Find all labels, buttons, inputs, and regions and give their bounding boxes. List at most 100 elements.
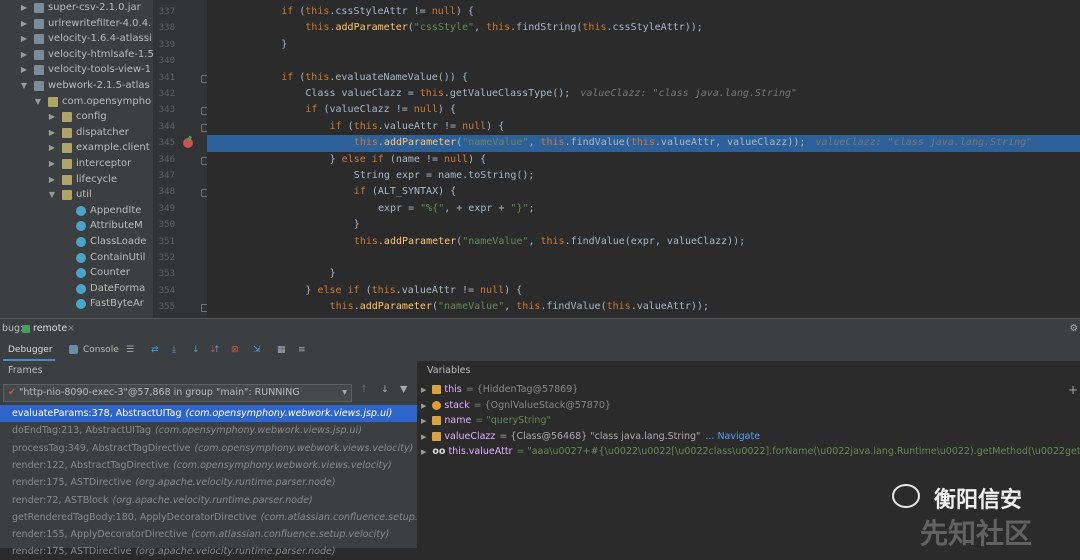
frame-row[interactable]: doEndTag:213, AbstractUITag (com.opensymp… — [0, 422, 417, 439]
step-out-icon[interactable]: ↑ — [213, 339, 221, 361]
code-line[interactable]: if (this.evaluateNameValue()) { — [207, 70, 1080, 86]
code-line[interactable]: } — [207, 266, 1080, 282]
evaluate-expression-icon[interactable]: ▦ — [277, 339, 286, 361]
tree-item[interactable]: DateForma — [0, 281, 153, 297]
code-line[interactable]: } — [207, 37, 1080, 53]
layout-icon[interactable]: ☰ — [126, 339, 134, 361]
chevron-right-icon[interactable]: ▶ — [421, 402, 426, 410]
variable-row[interactable]: ▶ name = "queryString" — [419, 413, 1080, 429]
chevron-right-icon[interactable]: ▶ — [20, 47, 28, 63]
close-icon[interactable]: × — [67, 319, 75, 339]
frame-row[interactable]: render:122, AbstractTagDirective (com.ope… — [0, 457, 417, 474]
variable-row[interactable]: ▶ oo this.valueAttr = "aaa\u0027+#{\u0022\u… — [419, 444, 1080, 460]
code-line[interactable]: this.addParameter("nameValue", this.find… — [207, 299, 1080, 315]
frame-row[interactable]: render:72, ASTBlock (org.apache.velocity.… — [0, 492, 417, 509]
project-tree[interactable]: ▶ super-csv-2.1.0.jar ▶ urlrewritefilter-4.… — [0, 0, 153, 318]
frame-row[interactable]: processTag:349, AbstractTagDirective (com… — [0, 440, 417, 457]
tree-item[interactable]: ClassLoade — [0, 234, 153, 250]
show-execution-point-icon[interactable]: ⇄ — [151, 339, 159, 361]
tree-item[interactable]: ▶ dispatcher — [0, 125, 153, 141]
chevron-right-icon[interactable]: ▶ — [20, 16, 28, 32]
code-line[interactable]: this.addParameter("cssStyle", this.findS… — [207, 20, 1080, 36]
code-line[interactable]: expr = "%{", + expr + "}"; — [207, 201, 1080, 217]
drop-frame-icon[interactable]: ⊠ — [231, 339, 239, 361]
tree-item[interactable]: ▼ webwork-2.1.5-atlas — [0, 78, 153, 94]
tree-item[interactable]: Counter — [0, 265, 153, 281]
tree-item[interactable]: ▶ velocity-1.6.4-atlassi — [0, 31, 153, 47]
code-line[interactable]: } else if (this.valueAttr != null) { — [207, 283, 1080, 299]
chevron-right-icon[interactable]: ▶ — [421, 448, 426, 456]
step-into-icon[interactable]: ↓ — [192, 339, 200, 361]
tree-item[interactable]: ▼ util — [0, 187, 153, 203]
add-watch-icon[interactable]: + — [1068, 383, 1078, 397]
code-line[interactable]: if (this.cssStyleAttr != null) { — [207, 4, 1080, 20]
code-line[interactable]: if (this.valueAttr != null) { — [207, 119, 1080, 135]
frame-row[interactable]: render:175, ASTDirective (org.apache.velo… — [0, 543, 417, 560]
tree-item[interactable]: ▶ example.client — [0, 140, 153, 156]
variable-row[interactable]: ▶ stack = {OgnlValueStack@57870} — [419, 398, 1080, 414]
code-line[interactable]: } — [207, 217, 1080, 233]
chevron-right-icon[interactable]: ▶ — [421, 386, 426, 394]
tree-item[interactable]: ▶ super-csv-2.1.0.jar — [0, 0, 153, 16]
tree-item[interactable]: AppendIte — [0, 203, 153, 219]
tree-item[interactable]: ▶ config — [0, 109, 153, 125]
thread-selector[interactable]: ✔ "http-nio-8090-exec-3"@57,868 in group… — [3, 384, 352, 402]
chevron-down-icon[interactable]: ▼ — [20, 78, 28, 94]
code-editor[interactable]: if (this.cssStyleAttr != null) {this.add… — [207, 0, 1080, 318]
code-line[interactable] — [207, 53, 1080, 69]
chevron-right-icon[interactable]: ▶ — [48, 172, 56, 188]
tree-item[interactable]: ContainUtil — [0, 250, 153, 266]
chevron-right-icon[interactable]: ▶ — [20, 0, 28, 16]
chevron-right-icon[interactable]: ▶ — [48, 109, 56, 125]
frame-row[interactable]: render:155, ApplyDecoratorDirective (com.… — [0, 526, 417, 543]
tree-item[interactable]: AttributeM — [0, 218, 153, 234]
tree-item[interactable]: ▶ urlrewritefilter-4.0.4. — [0, 16, 153, 32]
class-icon — [76, 252, 86, 263]
code-line[interactable]: Class valueClazz = this.getValueClassTyp… — [207, 86, 1080, 102]
tree-item[interactable]: ▼ com.opensympho — [0, 94, 153, 110]
step-over-icon[interactable]: ⤓ — [172, 339, 176, 361]
chevron-right-icon[interactable]: ▶ — [48, 125, 56, 141]
tree-item[interactable]: ▶ interceptor — [0, 156, 153, 172]
tab-console[interactable]: Console — [83, 339, 119, 361]
tree-item[interactable]: ▶ velocity-tools-view-1 — [0, 62, 153, 78]
code-line[interactable]: } else if (name != null) { — [207, 152, 1080, 168]
package-icon — [48, 96, 58, 107]
arrow-up-icon[interactable]: ↑ — [360, 384, 368, 395]
chevron-right-icon[interactable]: ▶ — [421, 433, 426, 441]
run-to-cursor-icon[interactable]: ⇲ — [253, 339, 261, 361]
editor-gutter[interactable]: 337 338 339 340 341 342 343 344 345 346 347 348 349 3… — [153, 0, 209, 318]
tree-item[interactable]: ▶ velocity-htmlsafe-1.5 — [0, 47, 153, 63]
class-icon — [76, 268, 86, 279]
arrow-down-icon[interactable]: ↓ — [381, 384, 389, 395]
filter-icon[interactable]: ▼ — [400, 384, 407, 395]
chevron-right-icon[interactable]: ▶ — [20, 62, 28, 78]
chevron-right-icon[interactable]: ▶ — [48, 140, 56, 156]
line-number: 341 — [158, 72, 175, 83]
variable-row[interactable]: ▶ valueClazz = {Class@56468} "class java.l… — [419, 429, 1080, 445]
tree-item[interactable]: FastByteAr — [0, 296, 153, 312]
code-line[interactable]: if (valueClazz != null) { — [207, 102, 1080, 118]
execution-line[interactable]: this.addParameter("nameValue", this.find… — [207, 135, 1080, 152]
code-line[interactable]: String expr = name.toString(); — [207, 168, 1080, 184]
code-line[interactable]: this.addParameter("nameValue", this.find… — [207, 234, 1080, 250]
frame-row[interactable]: evaluateParams:378, AbstractUITag (com.op… — [0, 405, 417, 422]
settings-list-icon[interactable]: ≡ — [298, 339, 306, 361]
tab-debugger[interactable]: Debugger — [8, 339, 53, 361]
session-tab-remote[interactable]: remote — [33, 319, 67, 339]
frame-row[interactable]: render:175, ASTDirective (org.apache.velo… — [0, 474, 417, 491]
chevron-right-icon[interactable]: ▶ — [20, 31, 28, 47]
chevron-right-icon[interactable]: ▶ — [48, 156, 56, 172]
field-icon — [432, 385, 442, 394]
chevron-down-icon[interactable]: ▼ — [34, 94, 42, 110]
tree-item[interactable]: ▶ lifecycle — [0, 172, 153, 188]
variable-value: = {HiddenTag@57869} — [465, 384, 579, 395]
code-line[interactable] — [207, 250, 1080, 266]
variable-row[interactable]: ▶ this = {HiddenTag@57869} — [419, 382, 1080, 398]
frame-row[interactable]: getRenderedTagBody:180, ApplyDecoratorDi… — [0, 509, 417, 526]
gear-icon[interactable]: ⚙ — [1069, 319, 1078, 339]
navigate-link[interactable]: ... Navigate — [705, 431, 760, 442]
chevron-right-icon[interactable]: ▶ — [421, 417, 426, 425]
chevron-down-icon[interactable]: ▼ — [48, 187, 56, 203]
code-line[interactable]: if (ALT_SYNTAX) { — [207, 184, 1080, 200]
